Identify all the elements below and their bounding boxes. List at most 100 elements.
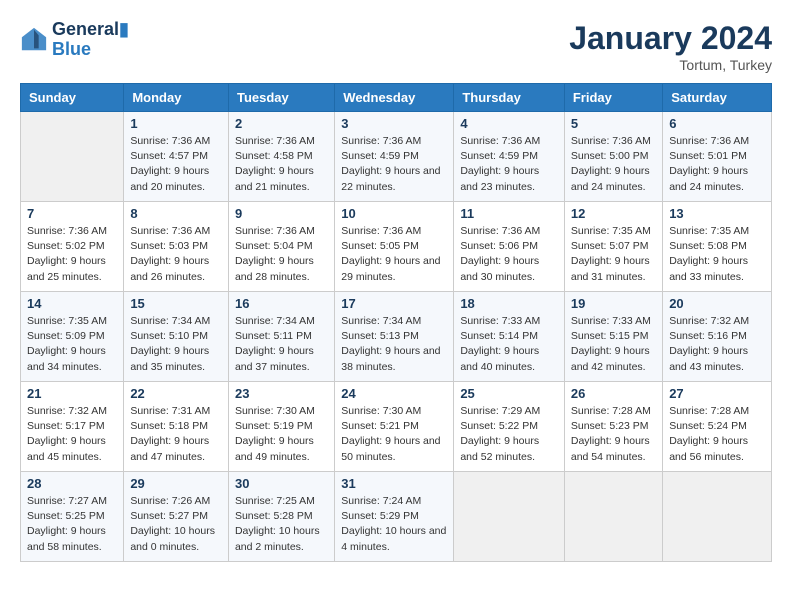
calendar-cell: 20 Sunrise: 7:32 AMSunset: 5:16 PMDayligh…	[663, 292, 772, 382]
calendar-cell: 6 Sunrise: 7:36 AMSunset: 5:01 PMDaylight…	[663, 112, 772, 202]
title-block: January 2024 Tortum, Turkey	[569, 20, 772, 73]
calendar-body: 1 Sunrise: 7:36 AMSunset: 4:57 PMDaylight…	[21, 112, 772, 562]
page-header: General▮ Blue January 2024 Tortum, Turke…	[20, 20, 772, 73]
calendar-cell: 9Sunrise: 7:36 AMSunset: 5:04 PMDaylight…	[228, 202, 334, 292]
calendar-cell: 21Sunrise: 7:32 AMSunset: 5:17 PMDayligh…	[21, 382, 124, 472]
day-number: 18	[460, 296, 558, 311]
calendar-cell: 22 Sunrise: 7:31 AMSunset: 5:18 PMDayligh…	[124, 382, 229, 472]
day-number: 16	[235, 296, 328, 311]
day-number: 26	[571, 386, 656, 401]
calendar-cell	[663, 472, 772, 562]
day-info: Sunrise: 7:36 AMSunset: 4:58 PMDaylight:…	[235, 134, 328, 195]
logo-icon	[20, 26, 48, 54]
day-info: Sunrise: 7:35 AMSunset: 5:08 PMDaylight:…	[669, 224, 765, 285]
day-info: Sunrise: 7:36 AMSunset: 5:06 PMDaylight:…	[460, 224, 558, 285]
calendar-cell	[564, 472, 662, 562]
calendar-cell: 2 Sunrise: 7:36 AMSunset: 4:58 PMDaylight…	[228, 112, 334, 202]
calendar-cell: 25Sunrise: 7:29 AMSunset: 5:22 PMDayligh…	[454, 382, 565, 472]
day-info: Sunrise: 7:36 AMSunset: 5:03 PMDaylight:…	[130, 224, 222, 285]
day-info: Sunrise: 7:36 AMSunset: 5:00 PMDaylight:…	[571, 134, 656, 195]
calendar-table: SundayMondayTuesdayWednesdayThursdayFrid…	[20, 83, 772, 562]
day-info: Sunrise: 7:36 AMSunset: 5:01 PMDaylight:…	[669, 134, 765, 195]
day-number: 22	[130, 386, 222, 401]
day-number: 10	[341, 206, 447, 221]
day-number: 3	[341, 116, 447, 131]
day-number: 6	[669, 116, 765, 131]
day-info: Sunrise: 7:36 AMSunset: 4:59 PMDaylight:…	[341, 134, 447, 195]
day-info: Sunrise: 7:36 AMSunset: 5:04 PMDaylight:…	[235, 224, 328, 285]
day-number: 1	[130, 116, 222, 131]
calendar-cell: 11 Sunrise: 7:36 AMSunset: 5:06 PMDayligh…	[454, 202, 565, 292]
day-info: Sunrise: 7:31 AMSunset: 5:18 PMDaylight:…	[130, 404, 222, 465]
logo-text: General▮ Blue	[52, 20, 129, 60]
day-number: 4	[460, 116, 558, 131]
day-number: 15	[130, 296, 222, 311]
calendar-week-2: 7Sunrise: 7:36 AMSunset: 5:02 PMDaylight…	[21, 202, 772, 292]
day-info: Sunrise: 7:36 AMSunset: 5:02 PMDaylight:…	[27, 224, 117, 285]
calendar-cell: 28 Sunrise: 7:27 AMSunset: 5:25 PMDayligh…	[21, 472, 124, 562]
calendar-week-1: 1 Sunrise: 7:36 AMSunset: 4:57 PMDaylight…	[21, 112, 772, 202]
calendar-cell: 24Sunrise: 7:30 AMSunset: 5:21 PMDayligh…	[335, 382, 454, 472]
day-number: 28	[27, 476, 117, 491]
day-number: 31	[341, 476, 447, 491]
day-info: Sunrise: 7:35 AMSunset: 5:07 PMDaylight:…	[571, 224, 656, 285]
day-number: 20	[669, 296, 765, 311]
calendar-cell: 23Sunrise: 7:30 AMSunset: 5:19 PMDayligh…	[228, 382, 334, 472]
day-number: 14	[27, 296, 117, 311]
calendar-cell: 8 Sunrise: 7:36 AMSunset: 5:03 PMDaylight…	[124, 202, 229, 292]
day-info: Sunrise: 7:32 AMSunset: 5:16 PMDaylight:…	[669, 314, 765, 375]
day-number: 30	[235, 476, 328, 491]
day-number: 5	[571, 116, 656, 131]
day-info: Sunrise: 7:32 AMSunset: 5:17 PMDaylight:…	[27, 404, 117, 465]
calendar-cell: 3 Sunrise: 7:36 AMSunset: 4:59 PMDaylight…	[335, 112, 454, 202]
calendar-cell: 5 Sunrise: 7:36 AMSunset: 5:00 PMDaylight…	[564, 112, 662, 202]
day-header-saturday: Saturday	[663, 84, 772, 112]
calendar-cell: 4 Sunrise: 7:36 AMSunset: 4:59 PMDaylight…	[454, 112, 565, 202]
calendar-cell: 31 Sunrise: 7:24 AMSunset: 5:29 PMDayligh…	[335, 472, 454, 562]
day-number: 11	[460, 206, 558, 221]
day-number: 23	[235, 386, 328, 401]
calendar-cell: 16 Sunrise: 7:34 AMSunset: 5:11 PMDayligh…	[228, 292, 334, 382]
calendar-cell	[454, 472, 565, 562]
day-header-tuesday: Tuesday	[228, 84, 334, 112]
calendar-cell: 27 Sunrise: 7:28 AMSunset: 5:24 PMDayligh…	[663, 382, 772, 472]
day-info: Sunrise: 7:28 AMSunset: 5:23 PMDaylight:…	[571, 404, 656, 465]
calendar-cell: 30 Sunrise: 7:25 AMSunset: 5:28 PMDayligh…	[228, 472, 334, 562]
calendar-cell: 26 Sunrise: 7:28 AMSunset: 5:23 PMDayligh…	[564, 382, 662, 472]
day-info: Sunrise: 7:34 AMSunset: 5:10 PMDaylight:…	[130, 314, 222, 375]
day-number: 12	[571, 206, 656, 221]
calendar-cell: 12 Sunrise: 7:35 AMSunset: 5:07 PMDayligh…	[564, 202, 662, 292]
location: Tortum, Turkey	[569, 57, 772, 73]
day-info: Sunrise: 7:34 AMSunset: 5:13 PMDaylight:…	[341, 314, 447, 375]
month-title: January 2024	[569, 20, 772, 57]
day-header-wednesday: Wednesday	[335, 84, 454, 112]
day-info: Sunrise: 7:35 AMSunset: 5:09 PMDaylight:…	[27, 314, 117, 375]
calendar-header-row: SundayMondayTuesdayWednesdayThursdayFrid…	[21, 84, 772, 112]
day-info: Sunrise: 7:33 AMSunset: 5:15 PMDaylight:…	[571, 314, 656, 375]
day-info: Sunrise: 7:29 AMSunset: 5:22 PMDaylight:…	[460, 404, 558, 465]
day-number: 2	[235, 116, 328, 131]
day-info: Sunrise: 7:24 AMSunset: 5:29 PMDaylight:…	[341, 494, 447, 555]
day-number: 27	[669, 386, 765, 401]
day-info: Sunrise: 7:34 AMSunset: 5:11 PMDaylight:…	[235, 314, 328, 375]
day-info: Sunrise: 7:36 AMSunset: 4:57 PMDaylight:…	[130, 134, 222, 195]
calendar-cell: 29 Sunrise: 7:26 AMSunset: 5:27 PMDayligh…	[124, 472, 229, 562]
day-info: Sunrise: 7:28 AMSunset: 5:24 PMDaylight:…	[669, 404, 765, 465]
day-number: 24	[341, 386, 447, 401]
day-header-friday: Friday	[564, 84, 662, 112]
calendar-cell	[21, 112, 124, 202]
day-info: Sunrise: 7:26 AMSunset: 5:27 PMDaylight:…	[130, 494, 222, 555]
calendar-week-4: 21Sunrise: 7:32 AMSunset: 5:17 PMDayligh…	[21, 382, 772, 472]
day-number: 29	[130, 476, 222, 491]
day-info: Sunrise: 7:25 AMSunset: 5:28 PMDaylight:…	[235, 494, 328, 555]
calendar-cell: 14 Sunrise: 7:35 AMSunset: 5:09 PMDayligh…	[21, 292, 124, 382]
day-info: Sunrise: 7:36 AMSunset: 4:59 PMDaylight:…	[460, 134, 558, 195]
day-number: 8	[130, 206, 222, 221]
day-info: Sunrise: 7:36 AMSunset: 5:05 PMDaylight:…	[341, 224, 447, 285]
logo: General▮ Blue	[20, 20, 129, 60]
day-info: Sunrise: 7:27 AMSunset: 5:25 PMDaylight:…	[27, 494, 117, 555]
calendar-week-5: 28 Sunrise: 7:27 AMSunset: 5:25 PMDayligh…	[21, 472, 772, 562]
calendar-cell: 13Sunrise: 7:35 AMSunset: 5:08 PMDayligh…	[663, 202, 772, 292]
day-number: 17	[341, 296, 447, 311]
day-info: Sunrise: 7:33 AMSunset: 5:14 PMDaylight:…	[460, 314, 558, 375]
